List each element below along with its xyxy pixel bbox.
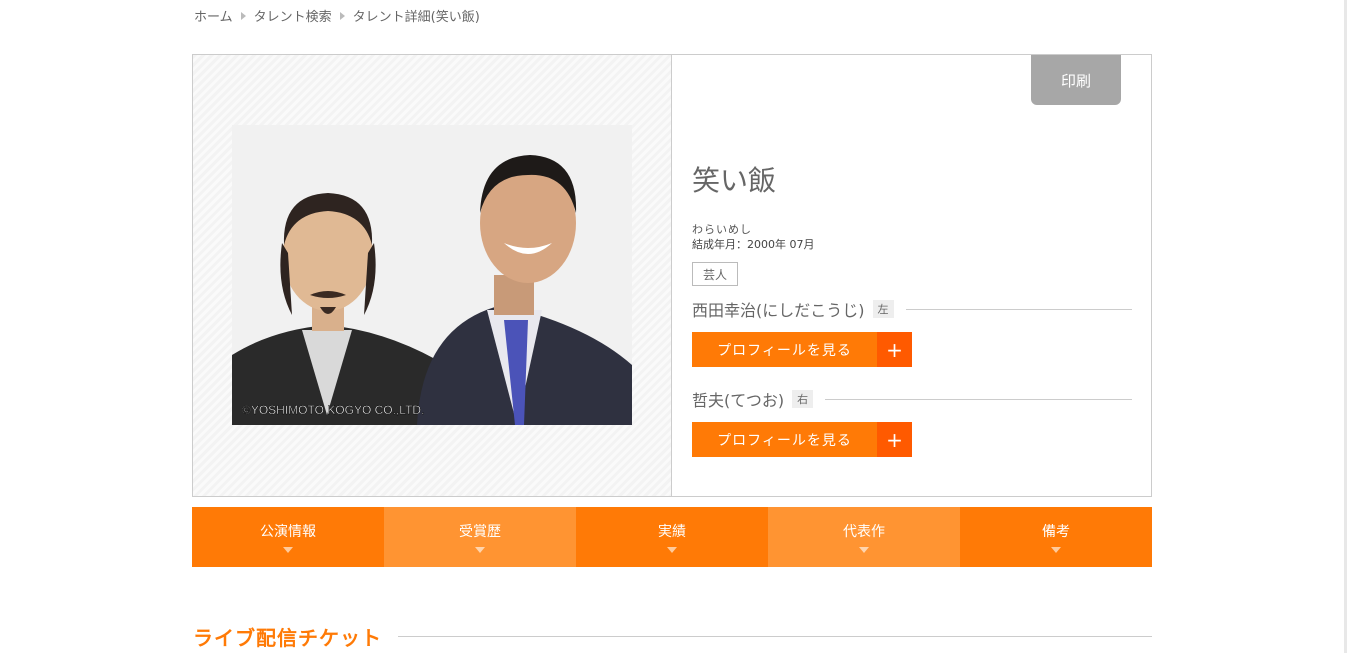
member-name: 西田幸治(にしだこうじ) [692,301,865,320]
tab-performances[interactable]: 公演情報 [192,507,384,567]
member-row: 哲夫(てつお) 右 [692,389,1132,410]
category-tag: 芸人 [692,262,739,286]
tab-notes[interactable]: 備考 [960,507,1152,567]
view-profile-label: プロフィールを見る [692,332,877,367]
breadcrumb-separator-icon [339,11,345,20]
chevron-down-icon [1051,547,1061,553]
formed-date: 結成年月： 2000年 07月 [692,236,815,252]
formed-label: 結成年月： [692,238,747,251]
plus-icon: + [877,422,912,457]
section-header: ライブ配信チケット [193,622,1152,651]
breadcrumb-current: タレント詳細(笑い飯) [352,10,480,25]
section-title: ライブ配信チケット [193,626,382,650]
tab-label: 備考 [1042,524,1070,540]
plus-icon: + [877,332,912,367]
member-name: 哲夫(てつお) [692,391,785,410]
member-row: 西田幸治(にしだこうじ) 左 [692,299,1132,320]
talent-card: ©YOSHIMOTO KOGYO CO.,LTD. 印刷 笑い飯 わらいめし 結… [192,54,1152,497]
tab-achievements[interactable]: 実績 [576,507,768,567]
tab-label: 代表作 [843,524,885,540]
talent-info: 印刷 笑い飯 わらいめし 結成年月： 2000年 07月 芸人 西田幸治(にしだ… [692,55,1132,496]
divider [905,308,1132,310]
breadcrumb: ホーム タレント検索 タレント詳細(笑い飯) [194,6,480,25]
chevron-down-icon [475,547,485,553]
detail-tabs: 公演情報 受賞歴 実績 代表作 備考 [192,507,1152,567]
chevron-down-icon [667,547,677,553]
view-profile-button[interactable]: プロフィールを見る + [692,332,912,367]
photo-pane: ©YOSHIMOTO KOGYO CO.,LTD. [193,55,672,496]
divider [825,398,1132,400]
photo-credit: ©YOSHIMOTO KOGYO CO.,LTD. [242,403,424,417]
tab-label: 実績 [658,524,686,540]
tab-awards[interactable]: 受賞歴 [384,507,576,567]
tab-representative-works[interactable]: 代表作 [768,507,960,567]
print-button[interactable]: 印刷 [1031,55,1121,105]
breadcrumb-home[interactable]: ホーム [194,6,233,25]
talent-name: 笑い飯 [692,164,777,197]
talent-kana: わらいめし [692,223,752,236]
breadcrumb-talent-search[interactable]: タレント検索 [254,6,332,25]
divider [398,636,1152,637]
member-position-badge: 左 [872,300,894,318]
chevron-down-icon [283,547,293,553]
tab-label: 受賞歴 [459,524,501,540]
formed-value: 2000年 07月 [747,238,815,251]
tab-label: 公演情報 [260,524,316,540]
member-position-badge: 右 [792,390,814,408]
view-profile-button[interactable]: プロフィールを見る + [692,422,912,457]
talent-photo: ©YOSHIMOTO KOGYO CO.,LTD. [232,125,632,425]
view-profile-label: プロフィールを見る [692,422,877,457]
breadcrumb-separator-icon [240,11,246,20]
chevron-down-icon [859,547,869,553]
